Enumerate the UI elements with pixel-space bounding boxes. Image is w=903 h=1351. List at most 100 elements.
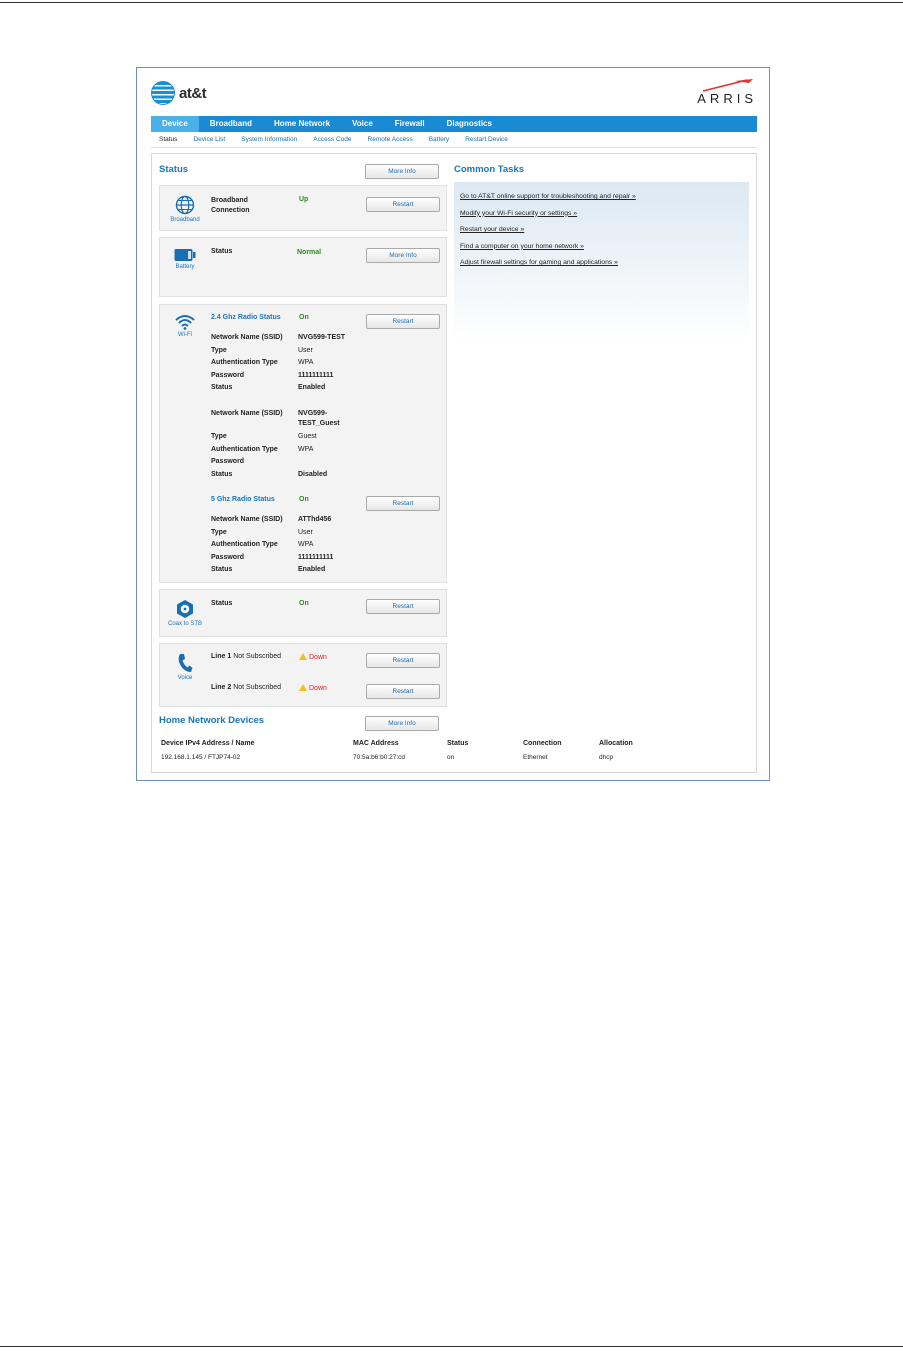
col-status: Status	[447, 740, 469, 747]
globe-icon	[175, 195, 195, 215]
warning-icon	[299, 653, 307, 660]
coax-icon-group: Coax to STB	[168, 599, 202, 627]
main-nav: Device Broadband Home Network Voice Fire…	[151, 116, 757, 132]
task-link-online-support[interactable]: Go to AT&T online support for troublesho…	[460, 193, 636, 200]
device-row-allocation: dhcp	[599, 754, 614, 761]
subtab-device-list[interactable]: Device List	[185, 132, 233, 147]
voice-icon-label: Voice	[177, 675, 193, 681]
net1-auth-label: Authentication Type	[211, 359, 278, 366]
net3-auth-value: WPA	[298, 541, 314, 548]
att-logo[interactable]: at&t	[151, 80, 207, 106]
tab-home-network[interactable]: Home Network	[263, 116, 341, 132]
device-row-address[interactable]: 192.168.1.145 / FTJP74-02	[161, 754, 240, 761]
net1-password-value: 1111111111	[298, 371, 334, 379]
net1-status-label: Status	[211, 384, 233, 391]
radio-5-status-label: 5 Ghz Radio Status	[211, 496, 275, 503]
tab-diagnostics[interactable]: Diagnostics	[436, 116, 503, 132]
net3-password-label: Password	[211, 553, 245, 561]
radio-24-restart-button[interactable]: Restart	[366, 314, 440, 329]
att-logo-text: at&t	[179, 84, 207, 102]
net2-status-value: Disabled	[298, 470, 328, 478]
subtab-system-information[interactable]: System Information	[233, 132, 305, 147]
wifi-icon-label: Wi-Fi	[178, 332, 192, 338]
voice-line1-status: Down	[299, 653, 327, 661]
net2-status-label: Status	[211, 470, 233, 478]
task-link-modify-wifi[interactable]: Modify your Wi-Fi security or settings »	[460, 210, 577, 217]
tab-broadband[interactable]: Broadband	[199, 116, 263, 132]
net3-password-value: 1111111111	[298, 553, 334, 561]
coax-status-label: Status	[211, 600, 233, 607]
subtab-remote-access[interactable]: Remote Access	[360, 132, 421, 147]
net3-status-label: Status	[211, 566, 233, 573]
task-link-find-computer[interactable]: Find a computer on your home network »	[460, 243, 584, 250]
broadband-icon-group: Broadband	[168, 195, 202, 223]
net2-ssid-value-line2: TEST_Guest	[298, 420, 340, 427]
subtab-status[interactable]: Status	[151, 132, 185, 147]
coax-restart-button[interactable]: Restart	[366, 599, 440, 614]
status-more-info-button[interactable]: More Info	[365, 164, 439, 179]
broadband-restart-button[interactable]: Restart	[366, 197, 440, 212]
warning-icon	[299, 684, 307, 691]
voice-icon-group: Voice	[168, 653, 202, 681]
broadband-icon-label: Broadband	[170, 217, 200, 223]
net1-auth-value: WPA	[298, 359, 314, 366]
status-heading: Status	[159, 164, 189, 175]
router-ui-frame: at&t ARRIS Device Broadband Home Network…	[136, 67, 770, 781]
voice-line2-restart-button[interactable]: Restart	[366, 684, 440, 699]
sub-nav: Status Device List System Information Ac…	[151, 132, 757, 148]
wifi-card: Wi-Fi 2.4 Ghz Radio Status On Restart Ne…	[159, 304, 447, 583]
voice-line1-subscription: Not Subscribed	[233, 653, 282, 660]
col-mac-address: MAC Address	[353, 740, 399, 747]
device-row-mac: 70:5a:b6:b0:27:cd	[353, 754, 406, 761]
battery-status-label: Status	[211, 248, 233, 255]
radio-24-status-value: On	[299, 314, 309, 321]
page-bottom-rule	[0, 1346, 903, 1347]
net3-auth-label: Authentication Type	[211, 541, 278, 548]
voice-line1-restart-button[interactable]: Restart	[366, 653, 440, 668]
battery-status-value: Normal	[297, 249, 322, 256]
battery-more-info-button[interactable]: More Info	[366, 248, 440, 263]
voice-line1-status-value: Down	[309, 654, 327, 661]
net1-type-label: Type	[211, 346, 227, 354]
voice-line2-subscription: Not Subscribed	[233, 684, 282, 691]
net2-ssid-label: Network Name (SSID)	[211, 410, 283, 417]
coax-connector-icon	[177, 600, 193, 618]
page-top-rule	[0, 2, 903, 3]
net2-auth-label: Authentication Type	[211, 445, 278, 453]
common-tasks-heading: Common Tasks	[454, 164, 525, 175]
battery-icon-label: Battery	[175, 264, 195, 270]
arris-logo: ARRIS	[685, 78, 757, 106]
net3-ssid-label: Network Name (SSID)	[211, 516, 283, 523]
tab-firewall[interactable]: Firewall	[384, 116, 436, 132]
net3-ssid-value: ATThd456	[298, 516, 332, 523]
net2-auth-value: WPA	[298, 445, 314, 453]
phone-icon	[178, 654, 193, 672]
net3-type-label: Type	[211, 528, 227, 536]
tab-device[interactable]: Device	[151, 116, 199, 132]
radio-5-restart-button[interactable]: Restart	[366, 496, 440, 511]
device-row-connection: Ethernet	[523, 754, 548, 761]
net2-password-label: Password	[211, 458, 245, 465]
att-globe-icon	[151, 81, 175, 105]
voice-line2-label: Line 2	[211, 684, 232, 691]
subtab-restart-device[interactable]: Restart Device	[457, 132, 516, 147]
home-network-more-info-button[interactable]: More Info	[365, 716, 439, 731]
net1-ssid-label: Network Name (SSID)	[211, 334, 283, 341]
battery-icon	[174, 249, 196, 261]
net1-status-value: Enabled	[298, 384, 326, 391]
task-link-adjust-firewall[interactable]: Adjust firewall settings for gaming and …	[460, 259, 618, 266]
voice-line1-label: Line 1	[211, 653, 232, 660]
device-row-status: on	[447, 754, 455, 761]
wifi-icon-group: Wi-Fi	[168, 314, 202, 338]
net1-ssid-value: NVG599-TEST	[298, 334, 346, 341]
task-link-restart-device[interactable]: Restart your device »	[460, 226, 524, 233]
col-device-address: Device IPv4 Address / Name	[161, 740, 255, 747]
battery-icon-group: Battery	[168, 248, 202, 270]
tab-voice[interactable]: Voice	[341, 116, 384, 132]
net3-status-value: Enabled	[298, 566, 326, 573]
radio-24-status-label: 2.4 Ghz Radio Status	[211, 314, 281, 321]
subtab-battery[interactable]: Battery	[421, 132, 458, 147]
voice-line2-status: Down	[299, 684, 327, 692]
arris-logo-text: ARRIS	[697, 91, 757, 106]
subtab-access-code[interactable]: Access Code	[305, 132, 359, 147]
